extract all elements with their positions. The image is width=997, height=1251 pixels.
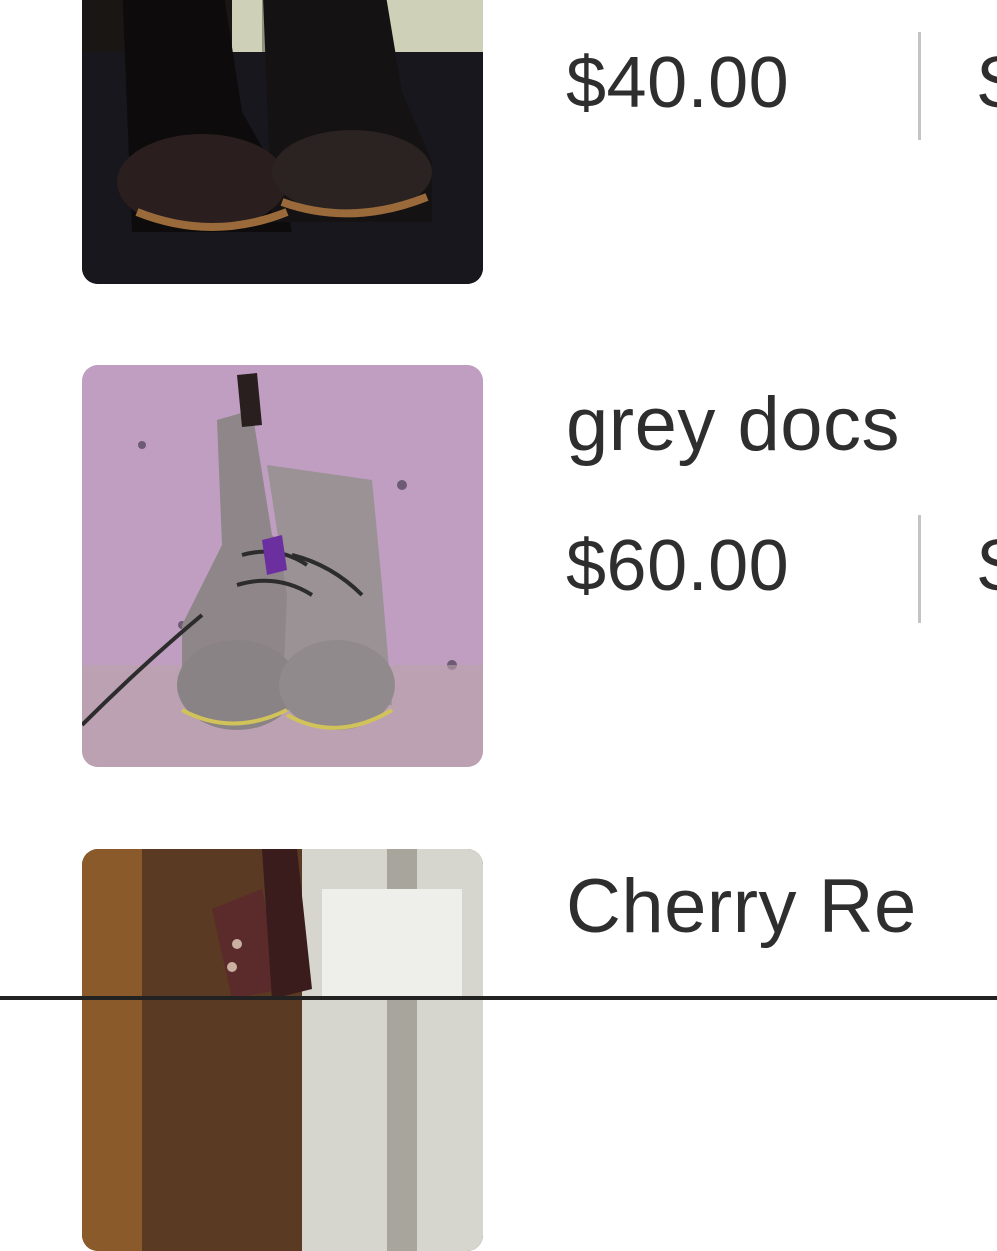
listing-price: $60.00: [566, 526, 790, 606]
listing-title[interactable]: grey docs: [566, 387, 900, 463]
listing-thumbnail-1[interactable]: [82, 0, 483, 284]
listing-item-1[interactable]: $40.00 S: [0, 0, 997, 284]
listing-price: $40.00: [566, 43, 790, 123]
listing-thumbnail-3[interactable]: [82, 849, 483, 1251]
listing-title[interactable]: Cherry Re: [566, 869, 917, 945]
listing-item-2[interactable]: grey docs $60.00 S: [0, 365, 997, 767]
listing-item-3[interactable]: Cherry Re: [0, 849, 997, 1251]
separator: [918, 515, 921, 623]
cherry-red-boots-photo: [82, 849, 483, 1251]
grey-boots-on-carpet-photo: [82, 365, 483, 767]
black-boots-photo: [82, 0, 483, 284]
separator: [918, 32, 921, 140]
screen-edge: [0, 996, 997, 1000]
listing-thumbnail-2[interactable]: [82, 365, 483, 767]
listing-meta-truncated: S: [976, 530, 997, 602]
listing-meta-truncated: S: [976, 47, 997, 119]
